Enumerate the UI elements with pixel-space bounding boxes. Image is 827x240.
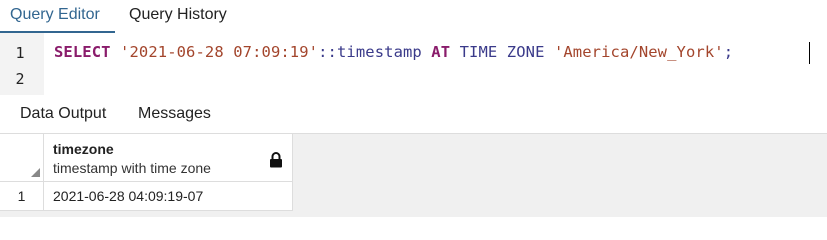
corner-triangle-icon — [31, 168, 40, 177]
timestamp-literal: '2021-06-28 07:09:19' — [120, 43, 319, 61]
sql-editor[interactable]: 1 2 SELECT '2021-06-28 07:09:19'::timest… — [0, 33, 827, 95]
cast-expression: ::timestamp — [318, 43, 422, 61]
sql-code-line[interactable]: SELECT '2021-06-28 07:09:19'::timestamp … — [54, 43, 733, 61]
result-tabs: Data Output Messages — [0, 95, 827, 134]
column-name: timezone — [53, 141, 114, 157]
tab-query-editor[interactable]: Query Editor — [10, 6, 100, 24]
time-zone-keyword: TIME ZONE — [459, 43, 545, 61]
semicolon: ; — [723, 43, 734, 61]
text-cursor — [809, 42, 810, 64]
column-type: timestamp with time zone — [53, 160, 211, 176]
line-number-gutter: 1 2 — [0, 33, 44, 95]
table-cell[interactable]: 2021-06-28 04:09:19-07 — [44, 182, 293, 211]
line-number: 1 — [15, 44, 25, 62]
keyword-select: SELECT — [54, 43, 111, 61]
keyword-at: AT — [431, 43, 451, 61]
results-panel: Data Output Messages timezone timestamp … — [0, 95, 827, 217]
row-number[interactable]: 1 — [0, 182, 44, 211]
lock-icon — [270, 152, 282, 168]
zone-literal: 'America/New_York' — [553, 43, 724, 61]
select-all-corner[interactable] — [0, 134, 44, 182]
column-header-timezone[interactable]: timezone timestamp with time zone — [44, 134, 293, 182]
tab-messages[interactable]: Messages — [138, 105, 211, 123]
tab-query-history[interactable]: Query History — [129, 6, 227, 24]
query-tool-tabs: Query Editor Query History — [0, 0, 827, 33]
tab-data-output[interactable]: Data Output — [20, 105, 106, 123]
data-grid: timezone timestamp with time zone 1 2021… — [0, 134, 827, 217]
line-number: 2 — [15, 70, 25, 88]
